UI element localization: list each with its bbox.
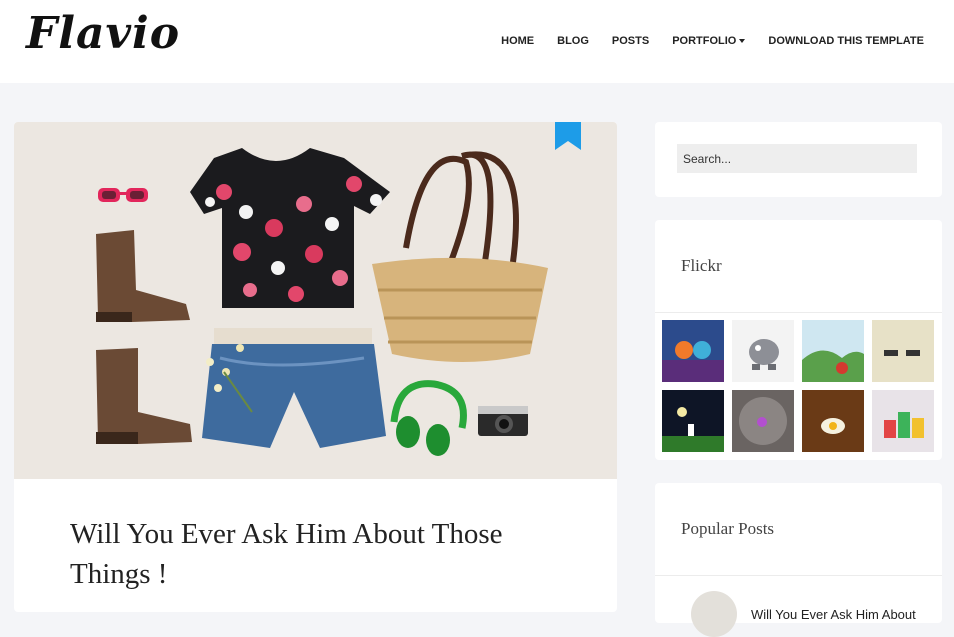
bookmark-icon[interactable]	[555, 122, 581, 150]
flickr-photo-7[interactable]	[802, 390, 864, 452]
nav-blog[interactable]: BLOG	[557, 35, 589, 47]
flickr-photo-2[interactable]	[732, 320, 794, 382]
nav-posts[interactable]: POSTS	[612, 35, 649, 47]
nav-portfolio[interactable]: PORTFOLIO	[672, 35, 746, 47]
popular-posts-widget: Popular Posts Will You Ever Ask Him Abou…	[655, 483, 942, 637]
featured-post-card: Will You Ever Ask Him About Those Things…	[14, 122, 617, 612]
popular-post-item[interactable]: Will You Ever Ask Him About	[691, 591, 916, 637]
nav-blog-label: BLOG	[557, 35, 589, 47]
widget-divider	[655, 312, 942, 313]
search-input[interactable]	[677, 144, 917, 173]
camera-item	[478, 406, 528, 436]
popular-post-thumbnail[interactable]	[691, 591, 737, 637]
flickr-photo-1[interactable]	[662, 320, 724, 382]
site-logo[interactable]: Flavio	[26, 8, 180, 59]
flickr-photo-5[interactable]	[662, 390, 724, 452]
nav-posts-label: POSTS	[611, 35, 650, 47]
widget-divider	[655, 575, 942, 576]
flickr-photo-grid	[662, 320, 934, 452]
flickr-photo-8[interactable]	[872, 390, 934, 452]
flickr-photo-6[interactable]	[732, 390, 794, 452]
popular-posts-title: Popular Posts	[681, 519, 775, 538]
nav-download-template[interactable]: DOWNLOAD THIS TEMPLATE	[768, 35, 924, 47]
caret-down-icon	[739, 39, 746, 43]
flickr-widget: Flickr	[655, 220, 942, 460]
nav-download-label: DOWNLOAD THIS TEMPLATE	[768, 35, 924, 47]
post-title[interactable]: Will You Ever Ask Him About Those Things…	[70, 514, 570, 594]
post-featured-image[interactable]	[14, 122, 617, 479]
main-nav: HOME BLOG POSTS PORTFOLIO DOWNLOAD THIS …	[501, 35, 924, 47]
nav-home[interactable]: HOME	[501, 35, 534, 47]
flickr-widget-title: Flickr	[681, 256, 722, 275]
popular-post-title[interactable]: Will You Ever Ask Him About	[751, 607, 916, 622]
flickr-photo-4[interactable]	[872, 320, 934, 382]
flickr-photo-3[interactable]	[802, 320, 864, 382]
nav-portfolio-label: PORTFOLIO	[672, 35, 737, 47]
site-header: Flavio HOME BLOG POSTS PORTFOLIO DOWNLOA…	[0, 0, 954, 83]
nav-home-label: HOME	[501, 35, 535, 47]
search-widget	[655, 122, 942, 197]
